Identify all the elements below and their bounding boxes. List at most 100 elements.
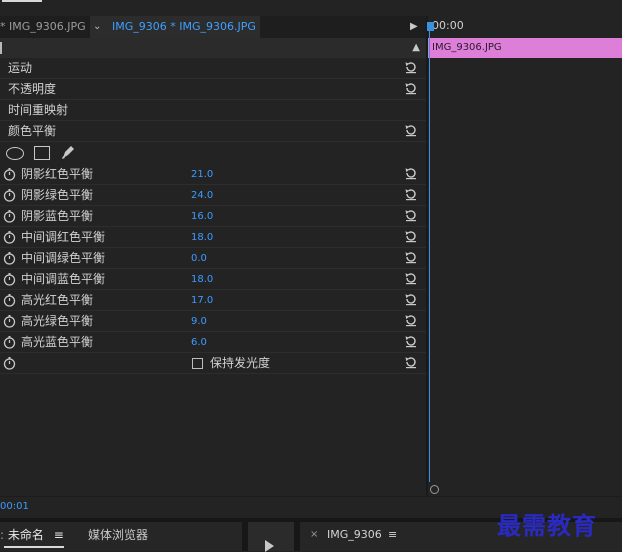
param-label: 中间调红色平衡 — [21, 230, 106, 244]
param-row[interactable]: 中间调蓝色平衡 18.0 — [0, 269, 426, 290]
reset-icon[interactable] — [404, 81, 418, 95]
tab-sequence[interactable]: IMG_9306 — [327, 528, 382, 541]
param-row[interactable]: 阴影绿色平衡 24.0 — [0, 185, 426, 206]
menu-icon[interactable]: ≡ — [388, 528, 397, 541]
param-label: 阴影红色平衡 — [21, 167, 94, 181]
effects-header-row: ▲ — [0, 38, 426, 58]
reset-icon[interactable] — [404, 292, 418, 306]
tab-sequence-clip[interactable]: ⌄ IMG_9306 * IMG_9306.JPG — [90, 16, 260, 38]
param-label: 高光红色平衡 — [21, 293, 94, 307]
timeline-zoom-scroll[interactable] — [428, 482, 622, 496]
top-header-strip — [0, 0, 622, 16]
param-value[interactable]: 18.0 — [191, 269, 213, 290]
mask-tools-row — [0, 142, 426, 164]
reset-icon[interactable] — [404, 355, 418, 369]
param-row[interactable]: 阴影红色平衡 21.0 — [0, 164, 426, 185]
tab-source-label: * IMG_9306.JPG — [0, 20, 86, 33]
param-row[interactable]: 阴影蓝色平衡 16.0 — [0, 206, 426, 227]
selection-tool-icon[interactable] — [265, 540, 274, 552]
current-timecode[interactable]: 00:01 — [0, 501, 29, 512]
param-row[interactable]: 高光绿色平衡 9.0 — [0, 311, 426, 332]
tab-sequence-label: IMG_9306 * IMG_9306.JPG — [112, 20, 256, 33]
tools-panel — [248, 522, 294, 552]
param-label: 阴影蓝色平衡 — [21, 209, 94, 223]
preserve-luminosity-row[interactable]: 保持发光度 — [0, 353, 426, 374]
ellipse-mask-icon[interactable] — [6, 147, 24, 160]
row-marker — [0, 42, 2, 54]
effect-time-remap-row[interactable]: 时间重映射 — [0, 100, 426, 121]
collapse-up-icon[interactable]: ▲ — [412, 38, 420, 58]
stopwatch-icon[interactable] — [3, 357, 16, 370]
reset-icon[interactable] — [404, 313, 418, 327]
playhead-line[interactable] — [429, 27, 430, 483]
param-label: 中间调蓝色平衡 — [21, 272, 106, 286]
timeline-ruler[interactable]: 00:00 — [428, 16, 622, 38]
pen-mask-icon[interactable] — [60, 144, 76, 160]
tab-project-label: 未命名 — [7, 528, 44, 542]
reset-icon[interactable] — [404, 250, 418, 264]
effect-motion-row[interactable]: 运动 — [0, 58, 426, 79]
reset-icon[interactable] — [404, 271, 418, 285]
reset-icon[interactable] — [404, 187, 418, 201]
stopwatch-icon[interactable] — [3, 252, 16, 265]
reset-icon[interactable] — [404, 60, 418, 74]
reset-icon[interactable] — [404, 229, 418, 243]
stopwatch-icon[interactable] — [3, 336, 16, 349]
watermark-logo: 最需教育 — [497, 511, 597, 540]
clip-label: IMG_9306.JPG — [432, 42, 502, 53]
effect-color-balance-row[interactable]: 颜色平衡 — [0, 121, 426, 142]
effect-label: 时间重映射 — [8, 103, 69, 117]
menu-icon[interactable]: ≡ — [54, 528, 64, 542]
stopwatch-icon[interactable] — [3, 315, 16, 328]
param-row[interactable]: 高光蓝色平衡 6.0 — [0, 332, 426, 353]
param-value[interactable]: 6.0 — [191, 332, 207, 353]
zoom-knob[interactable] — [430, 485, 439, 494]
preserve-luminosity-label: 保持发光度 — [210, 356, 271, 370]
active-tab-underline — [4, 546, 64, 548]
effect-controls-tabbar: * IMG_9306.JPG ⌄ IMG_9306 * IMG_9306.JPG… — [0, 16, 426, 38]
stopwatch-icon[interactable] — [3, 273, 16, 286]
reset-icon[interactable] — [404, 166, 418, 180]
rectangle-mask-icon[interactable] — [34, 146, 50, 160]
param-row[interactable]: 中间调绿色平衡 0.0 — [0, 248, 426, 269]
playhead-handle[interactable] — [427, 22, 434, 31]
effect-label: 不透明度 — [8, 82, 57, 96]
timeline-clip[interactable]: IMG_9306.JPG — [428, 38, 622, 58]
param-value[interactable]: 0.0 — [191, 248, 207, 269]
tab-source-clip[interactable]: * IMG_9306.JPG — [0, 16, 90, 38]
param-label: 阴影绿色平衡 — [21, 188, 94, 202]
param-label: 高光蓝色平衡 — [21, 335, 94, 349]
ruler-timecode: 00:00 — [432, 19, 464, 32]
param-value[interactable]: 17.0 — [191, 290, 213, 311]
param-value[interactable]: 18.0 — [191, 227, 213, 248]
stopwatch-icon[interactable] — [3, 231, 16, 244]
param-row[interactable]: 中间调红色平衡 18.0 — [0, 227, 426, 248]
play-arrow-icon[interactable]: ▶ — [410, 16, 418, 38]
effect-opacity-row[interactable]: 不透明度 — [0, 79, 426, 100]
close-icon[interactable]: × — [310, 529, 318, 540]
effect-timeline — [428, 16, 622, 496]
reset-icon[interactable] — [404, 123, 418, 137]
chevron-down-icon[interactable]: ⌄ — [93, 16, 101, 38]
param-value[interactable]: 9.0 — [191, 311, 207, 332]
stopwatch-icon[interactable] — [3, 210, 16, 223]
tab-media-browser[interactable]: 媒体浏览器 — [88, 526, 148, 543]
param-label: 高光绿色平衡 — [21, 314, 94, 328]
param-row[interactable]: 高光红色平衡 17.0 — [0, 290, 426, 311]
tab-project[interactable]: : 未命名 ≡ — [0, 526, 64, 548]
param-value[interactable]: 16.0 — [191, 206, 213, 227]
effect-label: 运动 — [8, 61, 33, 75]
project-panel: : 未命名 ≡ 媒体浏览器 — [0, 522, 242, 551]
preserve-luminosity-checkbox[interactable] — [192, 358, 203, 369]
tab-media-browser-label: 媒体浏览器 — [88, 528, 149, 542]
stopwatch-icon[interactable] — [3, 168, 16, 181]
param-value[interactable]: 21.0 — [191, 164, 213, 185]
reset-icon[interactable] — [404, 334, 418, 348]
stopwatch-icon[interactable] — [3, 294, 16, 307]
param-value[interactable]: 24.0 — [191, 185, 213, 206]
effect-label: 颜色平衡 — [8, 124, 57, 138]
reset-icon[interactable] — [404, 208, 418, 222]
param-label: 中间调绿色平衡 — [21, 251, 106, 265]
header-highlight — [2, 0, 42, 2]
stopwatch-icon[interactable] — [3, 189, 16, 202]
